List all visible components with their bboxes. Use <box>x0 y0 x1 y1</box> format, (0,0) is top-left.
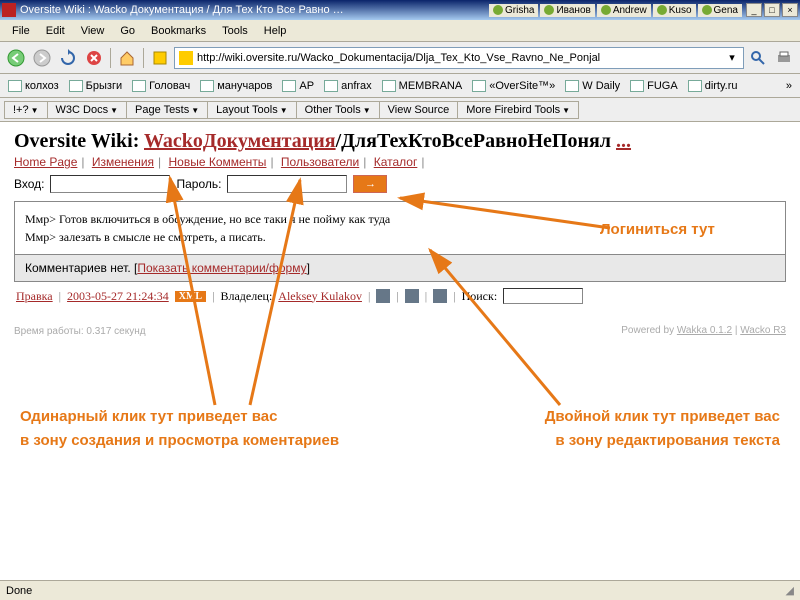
menu-file[interactable]: File <box>4 23 38 39</box>
xml-badge[interactable]: XML <box>175 291 206 302</box>
login-label: Вход: <box>14 177 44 191</box>
show-comments-link[interactable]: Показать комментарии/форму <box>137 261 306 275</box>
referrers-icon[interactable] <box>376 289 390 303</box>
search-button[interactable] <box>746 46 770 70</box>
page-content: Oversite Wiki: WackoДокументация/ДляТехК… <box>0 122 800 344</box>
login-submit[interactable]: → <box>353 175 387 193</box>
page-footer: Правка| 2003-05-27 21:24:34 XML| Владеле… <box>14 282 786 310</box>
print-icon[interactable] <box>433 289 447 303</box>
bm-kolhoz[interactable]: колхоз <box>4 78 63 94</box>
breadcrumb-1[interactable]: WackoДокументация <box>144 130 336 152</box>
app-icon <box>2 3 16 17</box>
bm-bryzgi[interactable]: Брызги <box>65 78 126 94</box>
content-line2: Ммр> залезать в смысле не смотреть, а пи… <box>25 228 775 246</box>
annotation-double-click: Двойной клик тут приведет вас в зону ред… <box>545 405 780 453</box>
tab-andrew[interactable]: Andrew <box>597 4 651 17</box>
back-button[interactable] <box>4 46 28 70</box>
annotation-single-click: Одинарный клик тут приведет вас в зону с… <box>20 405 339 453</box>
window-tabs: Grisha Иванов Andrew Kuso Gena <box>489 4 742 17</box>
bm-golovach[interactable]: Головач <box>128 78 194 94</box>
bm-fuga[interactable]: FUGA <box>626 78 682 94</box>
dev-misc[interactable]: !+?▼ <box>4 101 48 119</box>
dev-toolbar: !+?▼ W3C Docs▼ Page Tests▼ Layout Tools▼… <box>0 98 800 122</box>
login-input[interactable] <box>50 175 170 193</box>
breadcrumb-2: ДляТехКтоВсеРавноНеПонял <box>341 130 611 152</box>
window-title: Oversite Wiki : Wacko Документация / Для… <box>20 4 489 16</box>
content-line1: Ммр> Готов включиться в обсуждение, но в… <box>25 210 775 228</box>
bm-manucharov[interactable]: манучаров <box>196 78 276 94</box>
page-title: Oversite Wiki: WackoДокументация/ДляТехК… <box>14 130 786 153</box>
password-label: Пароль: <box>176 177 221 191</box>
acl-icon[interactable] <box>405 289 419 303</box>
tab-kuso[interactable]: Kuso <box>653 4 696 17</box>
menu-view[interactable]: View <box>73 23 113 39</box>
bm-membrana[interactable]: MEMBRANA <box>378 78 467 94</box>
page-icon <box>179 51 193 65</box>
status-bar: Done ◢ <box>0 580 800 600</box>
content-box[interactable]: Ммр> Готов включиться в обсуждение, но в… <box>14 201 786 255</box>
bookmarks-button[interactable] <box>148 46 172 70</box>
comments-bar[interactable]: Комментариев нет. [Показать комментарии/… <box>14 255 786 282</box>
password-input[interactable] <box>227 175 347 193</box>
login-row: Вход: Пароль: → <box>14 175 786 193</box>
link-home[interactable]: Home Page <box>14 155 77 169</box>
bm-dirty[interactable]: dirty.ru <box>684 78 742 94</box>
tab-gena[interactable]: Gena <box>698 4 742 17</box>
bookmark-bar: колхоз Брызги Головач манучаров AP anfra… <box>0 74 800 98</box>
page-nav-links: Home Page| Изменения| Новые Комменты| По… <box>14 155 786 169</box>
powered-wakka[interactable]: Wakka 0.1.2 <box>677 325 732 336</box>
dev-viewsource[interactable]: View Source <box>379 101 459 119</box>
stop-button[interactable] <box>82 46 106 70</box>
dev-pagetests[interactable]: Page Tests▼ <box>126 101 208 119</box>
search-label: Поиск: <box>462 289 498 304</box>
menu-help[interactable]: Help <box>256 23 295 39</box>
edit-link[interactable]: Правка <box>16 289 53 304</box>
dev-more[interactable]: More Firebird Tools▼ <box>457 101 579 119</box>
menu-edit[interactable]: Edit <box>38 23 73 39</box>
minimize-button[interactable]: _ <box>746 3 762 17</box>
window-titlebar: Oversite Wiki : Wacko Документация / Для… <box>0 0 800 20</box>
maximize-button[interactable]: □ <box>764 3 780 17</box>
print-button[interactable] <box>772 46 796 70</box>
forward-button[interactable] <box>30 46 54 70</box>
link-comments[interactable]: Новые Комменты <box>169 155 267 169</box>
tab-ivanov[interactable]: Иванов <box>540 4 594 17</box>
resize-grip[interactable]: ◢ <box>786 584 794 597</box>
search-input[interactable] <box>503 288 583 304</box>
timestamp-link[interactable]: 2003-05-27 21:24:34 <box>67 289 169 304</box>
dev-w3c[interactable]: W3C Docs▼ <box>47 101 127 119</box>
dev-other[interactable]: Other Tools▼ <box>296 101 380 119</box>
url-bar[interactable]: ▾ <box>174 47 744 69</box>
tab-grisha[interactable]: Grisha <box>489 4 538 17</box>
powered-wacko[interactable]: Wacko R3 <box>740 325 786 336</box>
link-changes[interactable]: Изменения <box>92 155 154 169</box>
owner-label: Владелец: <box>220 289 272 304</box>
owner-link[interactable]: Aleksey Kulakov <box>278 289 362 304</box>
bm-wdaily[interactable]: W Daily <box>561 78 624 94</box>
bm-oversite[interactable]: «OverSite™» <box>468 78 559 94</box>
menubar: File Edit View Go Bookmarks Tools Help <box>0 20 800 42</box>
url-input[interactable] <box>197 52 725 64</box>
link-users[interactable]: Пользователи <box>281 155 359 169</box>
bm-overflow[interactable]: » <box>782 80 796 92</box>
close-button[interactable]: × <box>782 3 798 17</box>
bm-ap[interactable]: AP <box>278 78 318 94</box>
bm-anfrax[interactable]: anfrax <box>320 78 376 94</box>
home-button[interactable] <box>115 46 139 70</box>
menu-tools[interactable]: Tools <box>214 23 256 39</box>
status-text: Done <box>6 585 32 597</box>
menu-go[interactable]: Go <box>112 23 143 39</box>
menu-bookmarks[interactable]: Bookmarks <box>143 23 214 39</box>
dev-layout[interactable]: Layout Tools▼ <box>207 101 297 119</box>
url-dropdown[interactable]: ▾ <box>725 51 739 64</box>
link-catalog[interactable]: Каталог <box>374 155 418 169</box>
reload-button[interactable] <box>56 46 80 70</box>
breadcrumb-more[interactable]: ... <box>616 130 631 152</box>
nav-toolbar: ▾ <box>0 42 800 74</box>
